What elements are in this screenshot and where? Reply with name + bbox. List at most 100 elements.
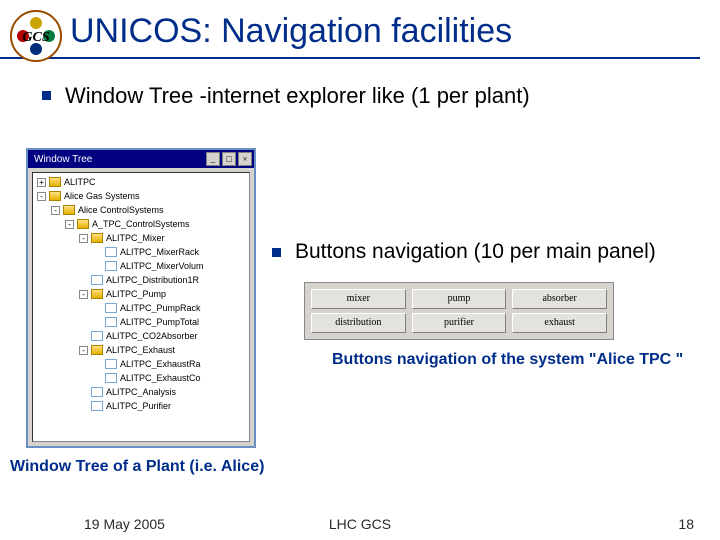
- spacer: [79, 402, 88, 411]
- bullet-1-text: Window Tree -internet explorer like (1 p…: [65, 83, 530, 109]
- indent: [33, 399, 79, 413]
- spacer: [93, 262, 102, 271]
- tree-node-label: ALITPC_Mixer: [106, 233, 165, 243]
- tree-node[interactable]: ALITPC_MixerRack: [33, 245, 249, 259]
- logo-dot-yellow: [30, 17, 42, 29]
- right-section: Buttons navigation (10 per main panel) m…: [272, 240, 708, 370]
- indent: [33, 203, 51, 217]
- page-icon: [91, 331, 103, 341]
- tree-node-label: ALITPC_MixerVolum: [120, 261, 204, 271]
- title-bar-text: Window Tree: [30, 154, 92, 165]
- close-button[interactable]: ×: [238, 152, 252, 166]
- tree-node-label: ALITPC_Analysis: [106, 387, 176, 397]
- collapse-icon[interactable]: -: [65, 220, 74, 229]
- folder-icon: [91, 289, 103, 299]
- nav-button[interactable]: exhaust: [512, 313, 607, 333]
- tree-node-label: ALITPC_ExhaustCo: [120, 373, 201, 383]
- footer: 19 May 2005 LHC GCS 18: [0, 516, 720, 532]
- tree-node[interactable]: ALITPC_MixerVolum: [33, 259, 249, 273]
- tree-caption: Window Tree of a Plant (i.e. Alice): [10, 458, 264, 476]
- tree-node-label: ALITPC_Exhaust: [106, 345, 175, 355]
- indent: [33, 301, 93, 315]
- button-row-1: mixer pump absorber: [309, 287, 609, 311]
- square-bullet-icon: [42, 91, 51, 100]
- page-icon: [105, 303, 117, 313]
- title-underline: [0, 57, 700, 59]
- spacer: [93, 374, 102, 383]
- indent: [33, 343, 79, 357]
- tree-node[interactable]: ALITPC_PumpRack: [33, 301, 249, 315]
- bullet-2-text: Buttons navigation (10 per main panel): [295, 240, 656, 264]
- title-bar[interactable]: Window Tree _ □ ×: [28, 150, 254, 168]
- logo-graphic: GCS: [17, 17, 55, 55]
- tree-node-label: Alice Gas Systems: [64, 191, 140, 201]
- logo: GCS: [10, 10, 62, 62]
- tree-node-label: Alice ControlSystems: [78, 205, 164, 215]
- spacer: [93, 318, 102, 327]
- page-icon: [91, 387, 103, 397]
- tree-node[interactable]: + ALITPC: [33, 175, 249, 189]
- button-caption: Buttons navigation of the system "Alice …: [332, 350, 708, 370]
- minimize-button[interactable]: _: [206, 152, 220, 166]
- indent: [33, 259, 93, 273]
- tree-node-label: ALITPC_PumpTotal: [120, 317, 199, 327]
- page-icon: [91, 275, 103, 285]
- page-icon: [105, 247, 117, 257]
- tree-node[interactable]: ALITPC_ExhaustRa: [33, 357, 249, 371]
- spacer: [79, 332, 88, 341]
- spacer: [93, 360, 102, 369]
- spacer: [93, 304, 102, 313]
- tree-node[interactable]: -A_TPC_ControlSystems: [33, 217, 249, 231]
- indent: [33, 329, 79, 343]
- tree-node[interactable]: - Alice Gas Systems: [33, 189, 249, 203]
- bullet-1: Window Tree -internet explorer like (1 p…: [42, 83, 720, 109]
- indent: [33, 357, 93, 371]
- maximize-button[interactable]: □: [222, 152, 236, 166]
- window-buttons: _ □ ×: [206, 152, 252, 166]
- square-bullet-icon: [272, 248, 281, 257]
- tree-node-label: ALITPC: [64, 177, 96, 187]
- tree-node-label: ALITPC_ExhaustRa: [120, 359, 201, 369]
- nav-button[interactable]: distribution: [311, 313, 406, 333]
- nav-button[interactable]: pump: [412, 289, 507, 309]
- spacer: [93, 248, 102, 257]
- collapse-icon[interactable]: -: [79, 234, 88, 243]
- logo-text: GCS: [17, 30, 55, 46]
- nav-button[interactable]: mixer: [311, 289, 406, 309]
- tree-node[interactable]: ALITPC_Purifier: [33, 399, 249, 413]
- tree-node[interactable]: - ALITPC_Mixer: [33, 231, 249, 245]
- window-tree: Window Tree _ □ × +ALITPC-Alice Gas Syst…: [26, 148, 256, 448]
- collapse-icon[interactable]: -: [79, 346, 88, 355]
- tree-area[interactable]: +ALITPC-Alice Gas Systems-Alice ControlS…: [32, 172, 250, 442]
- button-panel: mixer pump absorber distribution purifie…: [304, 282, 614, 340]
- tree-node[interactable]: - ALITPC_Pump: [33, 287, 249, 301]
- tree-node[interactable]: ALITPC_Distribution1R: [33, 273, 249, 287]
- nav-button[interactable]: purifier: [412, 313, 507, 333]
- tree-node[interactable]: - ALITPC_Exhaust: [33, 343, 249, 357]
- tree-node-label: ALITPC_Distribution1R: [106, 275, 199, 285]
- tree-node[interactable]: ALITPC_ExhaustCo: [33, 371, 249, 385]
- page-icon: [105, 359, 117, 369]
- tree-node[interactable]: - Alice ControlSystems: [33, 203, 249, 217]
- tree-node[interactable]: ALITPC_PumpTotal: [33, 315, 249, 329]
- spacer: [79, 276, 88, 285]
- collapse-icon[interactable]: -: [37, 192, 46, 201]
- expand-icon[interactable]: +: [37, 178, 46, 187]
- tree-node[interactable]: ALITPC_CO2Absorber: [33, 329, 249, 343]
- page-icon: [105, 373, 117, 383]
- collapse-icon[interactable]: -: [51, 206, 60, 215]
- tree-node-label: ALITPC_Purifier: [106, 401, 171, 411]
- slide-title: UNICOS: Navigation facilities: [70, 12, 700, 51]
- collapse-icon[interactable]: -: [79, 290, 88, 299]
- tree-node-label: ALITPC_Pump: [106, 289, 166, 299]
- slide-header: GCS UNICOS: Navigation facilities: [0, 0, 720, 59]
- nav-button[interactable]: absorber: [512, 289, 607, 309]
- indent: [33, 385, 79, 399]
- bullet-2: Buttons navigation (10 per main panel): [272, 240, 708, 264]
- tree-node[interactable]: ALITPC_Analysis: [33, 385, 249, 399]
- folder-icon: [91, 233, 103, 243]
- indent: [33, 315, 93, 329]
- indent: [33, 273, 79, 287]
- button-row-2: distribution purifier exhaust: [309, 311, 609, 335]
- indent: [33, 371, 93, 385]
